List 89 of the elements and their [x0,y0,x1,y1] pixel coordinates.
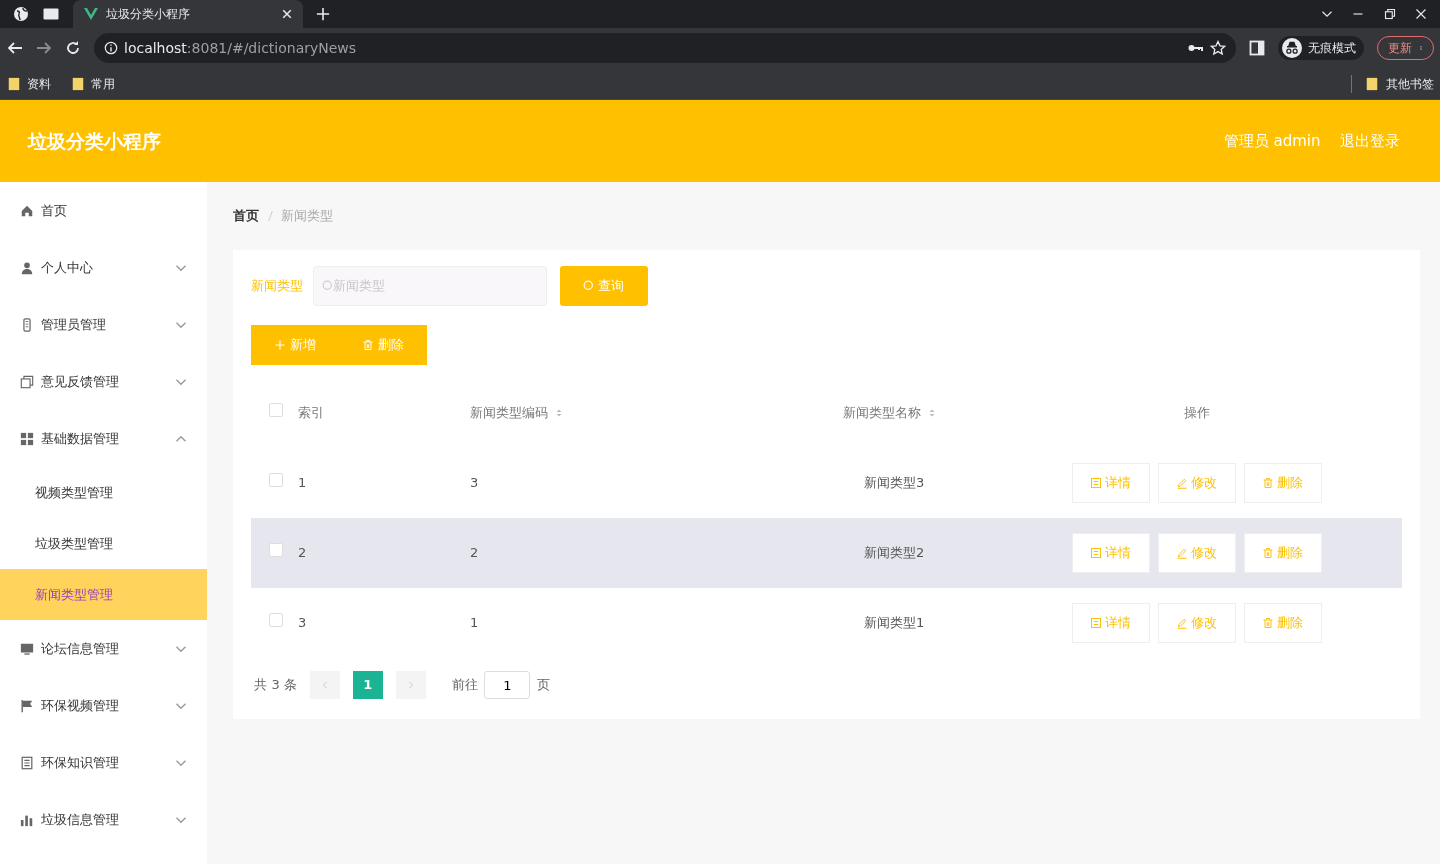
home-icon [20,203,34,218]
breadcrumb-item: 新闻类型 [281,207,333,225]
phone-icon [20,317,34,332]
table-cell: 2 [298,545,307,561]
new-tab-icon[interactable] [316,7,330,21]
table-cell: 1 [298,475,307,491]
total-count: 共 3 条 [254,676,297,695]
sidebar-item[interactable]: 环保知识管理 [0,734,207,791]
other-bookmarks[interactable]: 其他书签 [1351,74,1434,93]
search-icon [583,279,596,292]
person-icon [20,260,34,275]
sidebar-item[interactable]: 论坛信息管理 [0,620,207,677]
flag-icon [20,698,34,713]
table-cell: 3 [298,615,307,631]
reload-icon[interactable] [64,40,81,56]
table-cell: 1 [470,615,479,631]
trash-icon [1262,547,1274,559]
side-panel-icon[interactable] [1248,40,1265,56]
sort-icon [927,407,936,419]
plus-icon [274,339,287,351]
list-icon [1090,477,1102,489]
forward-icon[interactable] [35,40,52,56]
row-checkbox[interactable] [269,473,283,488]
star-icon[interactable] [1209,40,1226,56]
goto-label: 前往 [451,676,478,695]
table-cell: 2 [470,545,479,561]
url-text: localhost:8081/#/dictionaryNews [124,38,358,58]
sidebar-subitem[interactable]: 视频类型管理 [0,467,207,518]
column-header: 操作 [1183,404,1210,423]
incognito-label: 无痕模式 [1308,40,1356,57]
folder-icon [1365,76,1379,91]
search-label: 新闻类型 [251,276,303,295]
trash-icon [1262,477,1274,489]
table-cell: 新闻类型2 [864,545,925,561]
close-icon[interactable] [281,8,293,20]
sidebar-item[interactable]: 意见反馈管理 [0,353,207,410]
tab-title: 垃圾分类小程序 [105,6,191,23]
folder-icon [6,76,21,91]
address-bar[interactable]: localhost:8081/#/dictionaryNews [93,33,1236,63]
row-checkbox[interactable] [269,613,283,628]
sidebar-item[interactable]: 管理员管理 [0,296,207,353]
column-header: 索引 [298,404,324,423]
list-icon [1090,617,1102,629]
table-row[interactable]: 1 3 新闻类型3 详情 修改 删除 [251,448,1402,518]
table-cell: 新闻类型1 [864,615,925,631]
sidebar-item[interactable]: 环保视频管理 [0,677,207,734]
sidebar-item[interactable]: 个人中心 [0,239,207,296]
search-icon [321,279,334,292]
table-cell: 3 [470,475,479,491]
pencil-icon [1176,617,1188,629]
grid-icon [20,431,34,446]
pencil-icon [1176,547,1188,559]
app-title: 垃圾分类小程序 [28,128,161,154]
copy-icon [20,374,34,389]
trash-icon [1262,617,1274,629]
restore-icon[interactable] [1383,8,1396,20]
page-suffix: 页 [536,676,550,695]
info-icon [103,41,118,55]
back-icon[interactable] [6,40,23,56]
window-icon[interactable] [42,6,60,22]
table-row[interactable]: 3 1 新闻类型1 详情 修改 删除 [251,588,1402,658]
globe-icon[interactable] [13,6,29,22]
pencil-icon [1176,477,1188,489]
monitor-icon [20,641,34,656]
sidebar-item[interactable]: 首页 [0,182,207,239]
row-checkbox[interactable] [269,543,283,558]
user-label: 管理员 admin [1223,130,1321,152]
incognito-indicator[interactable]: 无痕模式 [1277,36,1364,60]
column-header[interactable]: 新闻类型编码 [470,403,563,423]
sort-icon [554,407,563,419]
bookmark[interactable]: 资料 [6,74,51,93]
folder-icon [70,76,85,91]
v-logo-icon [83,6,99,22]
bookmark[interactable]: 常用 [70,74,115,93]
column-header[interactable]: 新闻类型名称 [843,403,936,423]
breadcrumb-item[interactable]: 首页 [233,206,259,226]
select-all-checkbox[interactable] [269,403,283,418]
document-icon [20,755,34,770]
sidebar-subitem[interactable]: 垃圾类型管理 [0,518,207,569]
sidebar-subitem[interactable]: 新闻类型管理 [0,569,207,620]
sidebar-item[interactable]: 基础数据管理 [0,410,207,467]
table-cell: 新闻类型3 [864,475,925,491]
trash-icon [362,339,375,351]
incognito-icon [1281,38,1302,58]
page-input[interactable]: 1 [484,671,531,699]
sidebar-item[interactable]: 垃圾信息管理 [0,791,207,848]
browser-tab[interactable]: 垃圾分类小程序 [73,0,303,28]
list-icon [1090,547,1102,559]
close-icon[interactable] [1415,8,1427,20]
